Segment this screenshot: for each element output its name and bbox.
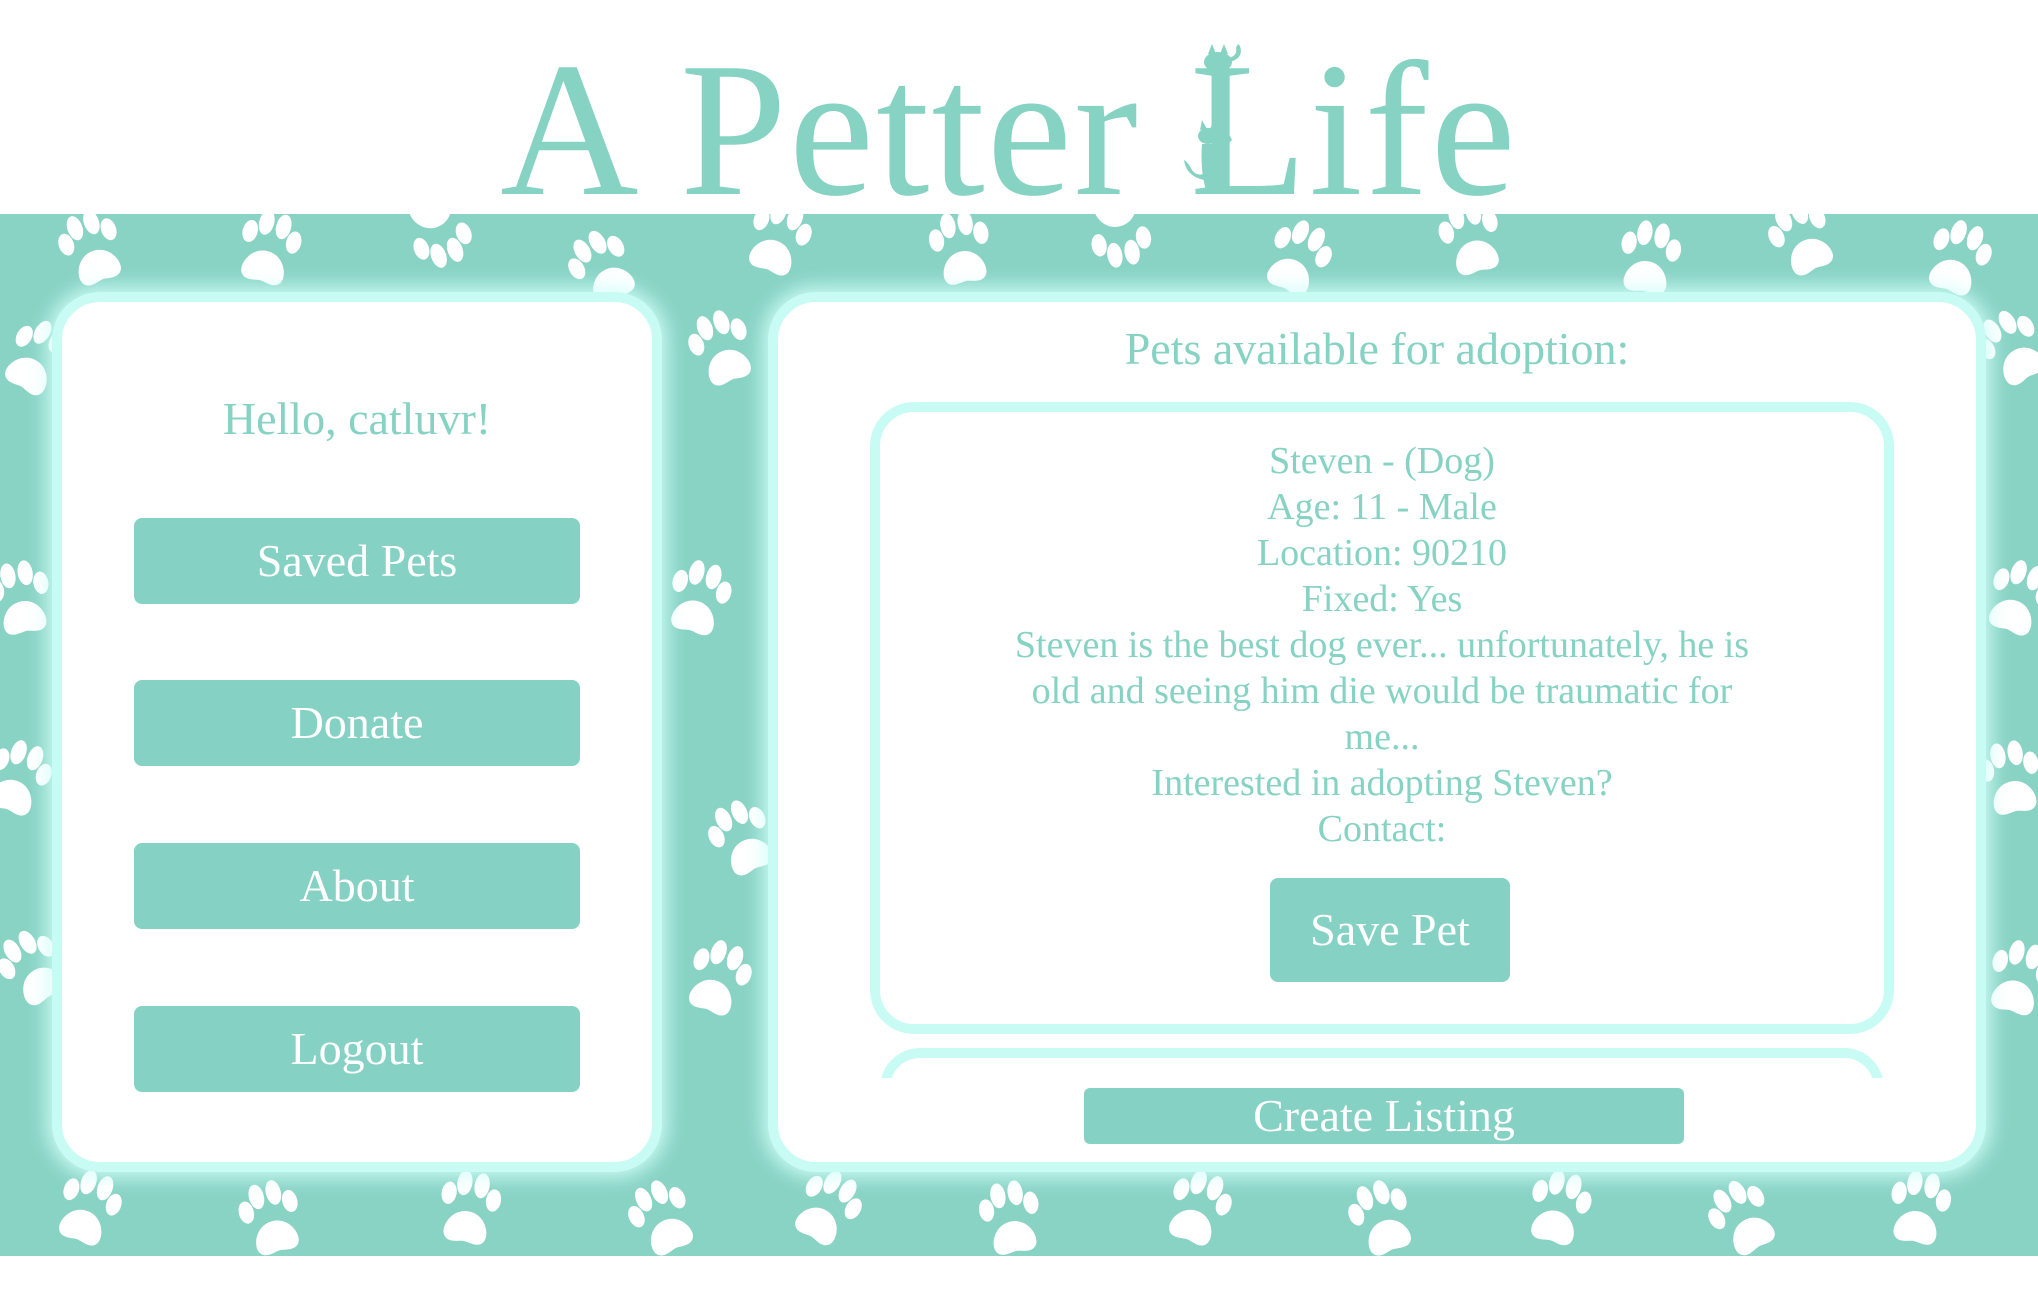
listings-heading: Pets available for adoption: bbox=[1124, 323, 1630, 374]
donate-button[interactable]: Donate bbox=[134, 680, 580, 766]
paw-print-icon bbox=[1091, 214, 1152, 268]
paw-print-icon bbox=[1929, 220, 1992, 296]
paw-print-icon bbox=[1621, 220, 1682, 295]
pet-fixed: Fixed: Yes bbox=[1301, 578, 1463, 620]
pet-age: Age: 11 - Male bbox=[1267, 486, 1497, 528]
pet-details: Steven - (Dog) Age: 11 - Male Location: … bbox=[1010, 438, 1754, 852]
paw-print-icon bbox=[1348, 1180, 1411, 1256]
paw-print-icon bbox=[238, 1180, 299, 1256]
pet-interest: Interested in adopting Steven? bbox=[1151, 762, 1613, 804]
paw-print-icon bbox=[1708, 1180, 1775, 1256]
logo-header: A Petter Life bbox=[0, 0, 2038, 226]
sidebar-panel: Hello, catluvr! Saved Pets Donate About … bbox=[52, 292, 662, 1172]
about-button[interactable]: About bbox=[134, 843, 580, 929]
create-listing-button[interactable]: Create Listing bbox=[1084, 1088, 1684, 1144]
logout-button[interactable]: Logout bbox=[134, 1006, 580, 1092]
save-pet-button[interactable]: Save Pet bbox=[1270, 878, 1510, 982]
paw-print-icon bbox=[1169, 1170, 1232, 1246]
page: A Petter Life Hello, catluvr! Saved Pets… bbox=[0, 0, 2038, 1314]
paw-print-icon bbox=[1891, 1170, 1952, 1245]
paw-print-icon bbox=[241, 214, 302, 286]
paw-print-icon bbox=[688, 310, 751, 386]
paw-print-icon bbox=[671, 560, 732, 636]
pet-description: Steven is the best dog ever... unfortuna… bbox=[1014, 624, 1750, 758]
paw-print-icon bbox=[978, 1180, 1039, 1255]
paw-print-icon bbox=[0, 740, 52, 816]
paw-print-icon bbox=[1438, 214, 1499, 276]
next-pet-card bbox=[880, 1048, 1884, 1078]
listings-panel: Pets available for adoption: Steven - (D… bbox=[768, 292, 1986, 1172]
saved-pets-button[interactable]: Saved Pets bbox=[134, 518, 580, 604]
cats-climbing-icon bbox=[1184, 44, 1241, 190]
paw-print-icon bbox=[628, 1180, 693, 1256]
paw-print-icon bbox=[928, 214, 989, 285]
paw-print-icon bbox=[0, 560, 49, 635]
paw-print-icon bbox=[409, 214, 472, 268]
pet-card: Steven - (Dog) Age: 11 - Male Location: … bbox=[870, 402, 1894, 1034]
paw-print-icon bbox=[749, 214, 812, 276]
paw-print-icon bbox=[1991, 940, 2038, 1016]
logo-title: A Petter Life bbox=[500, 23, 1518, 236]
greeting-text: Hello, catluvr! bbox=[222, 393, 492, 444]
paw-print-icon bbox=[795, 1170, 862, 1246]
paw-print-icon bbox=[689, 940, 752, 1016]
paw-print-icon bbox=[58, 214, 121, 286]
pet-location: Location: 90210 bbox=[1256, 532, 1508, 574]
paw-print-icon bbox=[1267, 220, 1332, 296]
paw-print-icon bbox=[1531, 1170, 1592, 1246]
paw-print-icon bbox=[1989, 560, 2038, 636]
pet-name: Steven - (Dog) bbox=[1269, 440, 1495, 482]
pet-contact: Contact: bbox=[1317, 808, 1447, 850]
paw-print-icon bbox=[1768, 214, 1833, 276]
paw-print-icon bbox=[441, 1170, 502, 1245]
paw-print-icon bbox=[59, 1170, 122, 1246]
